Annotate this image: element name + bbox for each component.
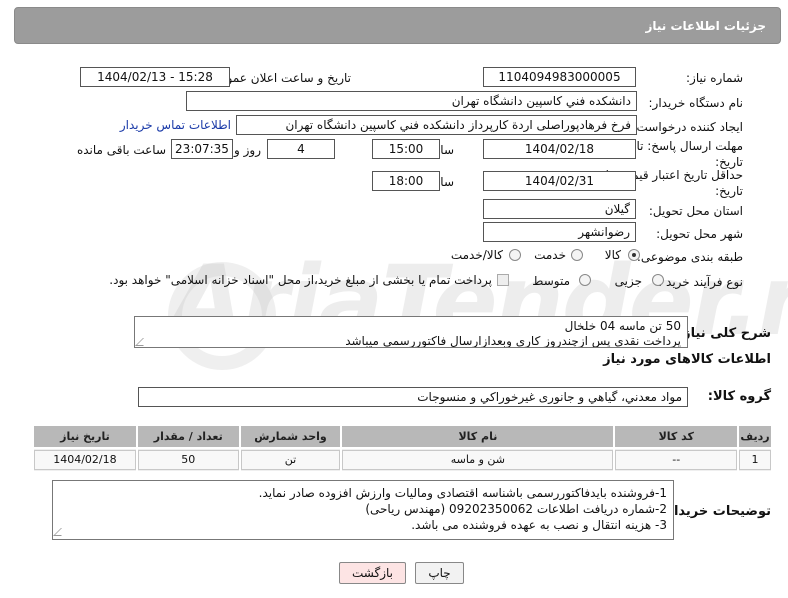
category-radio-service[interactable] <box>571 249 583 261</box>
goods-group-field: مواد معدني، گیاهي و جانوری غیرخوراکي و م… <box>138 387 688 407</box>
cell-need-date: 1404/02/18 <box>34 450 136 470</box>
announce-datetime-field: 1404/02/13 - 15:28 <box>80 67 230 87</box>
purchase-option-medium: متوسط <box>532 274 570 288</box>
purchase-radio-medium[interactable] <box>579 274 591 286</box>
need-number-field: 1104094983000005 <box>483 67 636 87</box>
need-number-label: شماره نیاز: <box>686 71 743 85</box>
requester-label: ایجاد کننده درخواست: <box>632 120 743 134</box>
col-header-goods-code: کد کالا <box>613 424 740 449</box>
col-header-need-date: تاریخ نیاز <box>32 424 138 449</box>
remaining-time-label: ساعت باقی مانده <box>76 143 166 157</box>
description-textarea: 50 تن ماسه 04 خلخال پرداخت نقدی پس ازچند… <box>134 316 688 348</box>
buyer-notes-line-3: 3- هزينه انتقال و نصب به عهده فروشنده می… <box>411 518 667 532</box>
reply-deadline-date-field: 1404/02/18 <box>483 139 636 159</box>
goods-group-label: گروه کالا: <box>707 389 771 404</box>
city-label: شهر محل تحویل: <box>656 227 743 241</box>
page-title: جزئیات اطلاعات نیاز <box>645 19 766 33</box>
reply-days-field: 4 <box>267 139 335 159</box>
buyer-notes-textarea: 1-فروشنده بایدفاکتوررسمی باشناسه اقتصادی… <box>52 480 674 540</box>
goods-section-title: اطلاعات کالاهای مورد نیاز <box>603 352 771 367</box>
category-radio-goods-service[interactable] <box>509 249 521 261</box>
goods-table: ردیف کد کالا نام کالا واحد شمارش تعداد /… <box>32 424 773 473</box>
description-line-1: 50 تن ماسه 04 خلخال <box>564 319 681 333</box>
purchase-type-label: نوع فرآیند خرید : <box>658 275 743 289</box>
cell-goods-code: -- <box>615 450 738 470</box>
print-button[interactable]: چاپ <box>415 562 464 584</box>
reply-deadline-label: مهلت ارسال پاسخ: تا تاریخ: <box>636 139 743 169</box>
cell-quantity: 50 <box>137 450 239 470</box>
purchase-option-minor: جزیی <box>614 274 642 288</box>
treasury-payment-note: پرداخت تمام یا بخشی از مبلغ خرید،از محل … <box>109 273 492 287</box>
category-option-goods: کالا <box>604 248 621 262</box>
goods-table-header-row: ردیف کد کالا نام کالا واحد شمارش تعداد /… <box>32 424 773 449</box>
reply-days-label: روز و <box>234 143 261 157</box>
category-option-goods-service: کالا/خدمت <box>450 248 503 262</box>
table-row: 1 -- شن و ماسه تن 50 1404/02/18 <box>32 447 773 473</box>
buyer-contact-link[interactable]: اطلاعات تماس خریدار <box>120 118 231 132</box>
buyer-org-label: نام دستگاه خریدار: <box>648 96 744 110</box>
treasury-payment-checkbox[interactable] <box>497 274 509 286</box>
category-option-service: خدمت <box>534 248 566 262</box>
col-header-row-number: ردیف <box>737 424 773 449</box>
price-validity-time-field: 18:00 <box>372 171 440 191</box>
category-radio-goods[interactable] <box>628 249 640 261</box>
purchase-radio-minor[interactable] <box>652 274 664 286</box>
city-field: رضوانشهر <box>483 222 636 242</box>
buyer-notes-line-2: 2-شماره دريافت اطلاعات 09202350062 (مهند… <box>365 502 667 516</box>
price-validity-date-field: 1404/02/31 <box>483 171 636 191</box>
description-line-2: پرداخت نقدی پس ازچندروز کاری وبعدازارسال… <box>345 334 681 348</box>
col-header-quantity: تعداد / مقدار <box>135 424 241 449</box>
cell-row-number: 1 <box>739 450 771 470</box>
reply-deadline-time-field: 15:00 <box>372 139 440 159</box>
province-field: گیلان <box>483 199 636 219</box>
buyer-notes-label: توضیحات خریدار: <box>661 504 771 519</box>
col-header-unit: واحد شمارش <box>238 424 343 449</box>
requester-field: فرخ فرهادپوراصلی اردة کارپرداز دانشکده ف… <box>236 115 637 135</box>
buyer-notes-line-1: 1-فروشنده بایدفاکتوررسمی باشناسه اقتصادی… <box>258 486 667 500</box>
cell-unit: تن <box>240 450 341 470</box>
category-label: طبقه بندی موضوعی: <box>636 250 743 264</box>
page-title-bar: جزئیات اطلاعات نیاز <box>14 7 781 44</box>
province-label: استان محل تحویل: <box>648 204 743 218</box>
col-header-goods-name: نام کالا <box>340 424 616 449</box>
cell-goods-name: شن و ماسه <box>342 450 614 470</box>
description-label: شرح کلی نیاز: <box>677 326 771 341</box>
back-button[interactable]: بازگشت <box>339 562 406 584</box>
buyer-org-field: دانشکده فني کاسپين دانشگاه تهران <box>186 91 637 111</box>
remaining-time-field: 23:07:35 <box>171 139 233 159</box>
